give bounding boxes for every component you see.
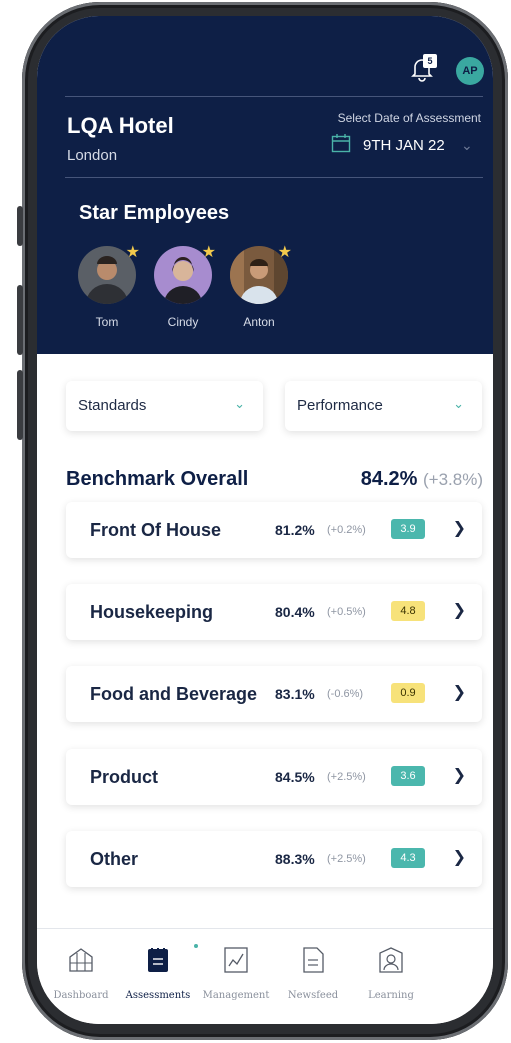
star-employee[interactable]: ★ Anton [228,244,292,329]
hotel-name: LQA Hotel [67,113,174,138]
score-badge: 0.9 [391,683,425,703]
document-icon [303,947,324,973]
chevron-down-icon[interactable]: ❯ [453,765,466,785]
category-change: (+0.5%) [327,606,366,618]
category-card-product[interactable]: Product 84.5% (+2.5%) 3.6 ❯ [66,749,482,805]
category-card-other[interactable]: Other 88.3% (+2.5%) 4.3 ❯ [66,831,482,887]
category-card-front-of-house[interactable]: Front Of House 81.2% (+0.2%) 3.9 ❯ [66,502,482,558]
chevron-down-icon: ⌄ [234,396,245,411]
divider [65,96,483,97]
star-employee[interactable]: ★ Cindy [152,244,216,329]
date-label: Select Date of Assessment [337,111,481,125]
category-name: Front Of House [90,520,221,540]
benchmark-value: 84.2% (+3.8%) [361,468,483,491]
nav-label: Newsfeed [287,990,339,1001]
header: 5 AP LQA Hotel London Select Date of Ass… [37,16,493,354]
chart-icon [224,947,248,973]
nav-label: Learning [368,990,414,1001]
benchmark-change: (+3.8%) [423,470,483,489]
benchmark-label: Benchmark Overall [66,468,249,490]
date-selector[interactable]: 9TH JAN 22 [363,137,445,154]
nav-item-management[interactable]: Management [200,945,272,1001]
employee-name: Cindy [167,315,199,329]
star-employees-title: Star Employees [79,202,230,224]
phone-side-button [17,370,23,440]
category-change: (+2.5%) [327,853,366,865]
score-badge: 3.6 [391,766,425,786]
standards-dropdown[interactable]: Standards ⌄ [66,381,263,431]
nav-item-dashboard[interactable]: Dashboard [45,945,117,1001]
active-indicator [194,944,198,948]
star-icon: ★ [277,244,292,261]
score-badge: 4.3 [391,848,425,868]
category-percent: 81.2% [275,522,315,538]
category-card-food-and-beverage[interactable]: Food and Beverage 83.1% (-0.6%) 0.9 ❯ [66,666,482,722]
category-card-housekeeping[interactable]: Housekeeping 80.4% (+0.5%) 4.8 ❯ [66,584,482,640]
chevron-down-icon[interactable]: ❯ [453,518,466,538]
nav-label: Assessments [125,990,191,1001]
score-badge: 4.8 [391,601,425,621]
user-icon [379,947,403,973]
chevron-down-icon[interactable]: ❯ [453,600,466,620]
score-badge: 3.9 [391,519,425,539]
performance-dropdown[interactable]: Performance ⌄ [285,381,482,431]
chevron-down-icon: ⌄ [453,396,464,411]
phone-side-button [17,285,23,355]
employee-name: Anton [243,315,275,329]
category-change: (+2.5%) [327,771,366,783]
star-icon: ★ [125,244,140,261]
chevron-down-icon[interactable]: ❯ [453,847,466,867]
user-avatar[interactable]: AP [456,57,484,85]
nav-label: Dashboard [53,990,109,1001]
dropdown-label: Standards [78,397,147,414]
star-icon: ★ [201,244,216,261]
nav-item-learning[interactable]: Learning [355,945,427,1001]
chevron-down-icon[interactable]: ❯ [453,682,466,702]
category-name: Other [90,849,139,869]
nav-label: Management [202,990,270,1001]
dropdown-label: Performance [297,397,383,414]
category-change: (+0.2%) [327,524,366,536]
category-name: Product [90,767,159,787]
category-name: Food and Beverage [90,684,258,704]
phone-side-button [17,206,23,246]
category-percent: 84.5% [275,769,315,785]
nav-item-newsfeed[interactable]: Newsfeed [277,945,349,1001]
building-icon [69,948,93,972]
category-percent: 83.1% [275,686,315,702]
benchmark-percent: 84.2% [360,468,418,490]
calendar-icon[interactable] [331,133,351,153]
hotel-city: London [67,147,118,164]
app-screen: 5 AP LQA Hotel London Select Date of Ass… [37,16,493,1024]
divider [65,177,483,178]
bottom-nav: Dashboard Assessments Management Newsfee… [37,928,493,1024]
chevron-down-icon[interactable]: ⌄ [461,137,473,154]
category-change: (-0.6%) [327,688,364,700]
star-employee[interactable]: ★ Tom [76,244,140,329]
employee-name: Tom [95,315,119,329]
category-percent: 80.4% [275,604,315,620]
category-name: Housekeeping [90,602,214,622]
nav-item-assessments[interactable]: Assessments [122,945,194,1001]
category-percent: 88.3% [275,851,315,867]
notification-badge: 5 [423,54,437,68]
clipboard-icon [148,948,168,972]
